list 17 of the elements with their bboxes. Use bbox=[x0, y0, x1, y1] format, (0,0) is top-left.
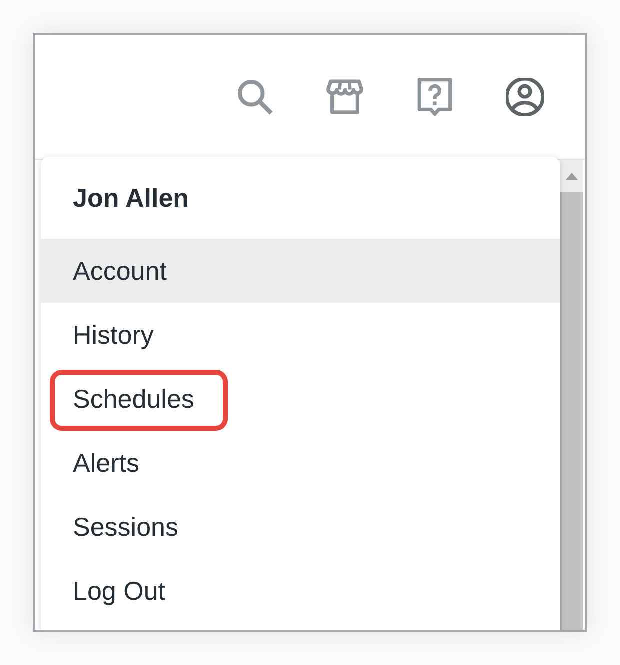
menu-item[interactable]: Schedules bbox=[41, 367, 560, 431]
menu-item[interactable]: Alerts bbox=[41, 431, 560, 495]
menu-item[interactable]: Log Out bbox=[41, 559, 560, 623]
storefront-icon bbox=[326, 78, 364, 116]
scroll-up-button[interactable] bbox=[560, 160, 583, 192]
scrollbar[interactable] bbox=[560, 160, 583, 630]
user-name: Jon Allen bbox=[73, 182, 190, 214]
search-icon bbox=[236, 78, 274, 116]
triangle-up-icon bbox=[566, 172, 578, 180]
account-button[interactable] bbox=[505, 77, 545, 117]
question-bubble-icon bbox=[416, 78, 454, 116]
menu-item[interactable]: History bbox=[41, 303, 560, 367]
search-button[interactable] bbox=[235, 77, 275, 117]
help-button[interactable] bbox=[415, 77, 455, 117]
menu-item[interactable]: Account bbox=[41, 239, 560, 303]
store-button[interactable] bbox=[325, 77, 365, 117]
menu-item[interactable]: Sessions bbox=[41, 495, 560, 559]
